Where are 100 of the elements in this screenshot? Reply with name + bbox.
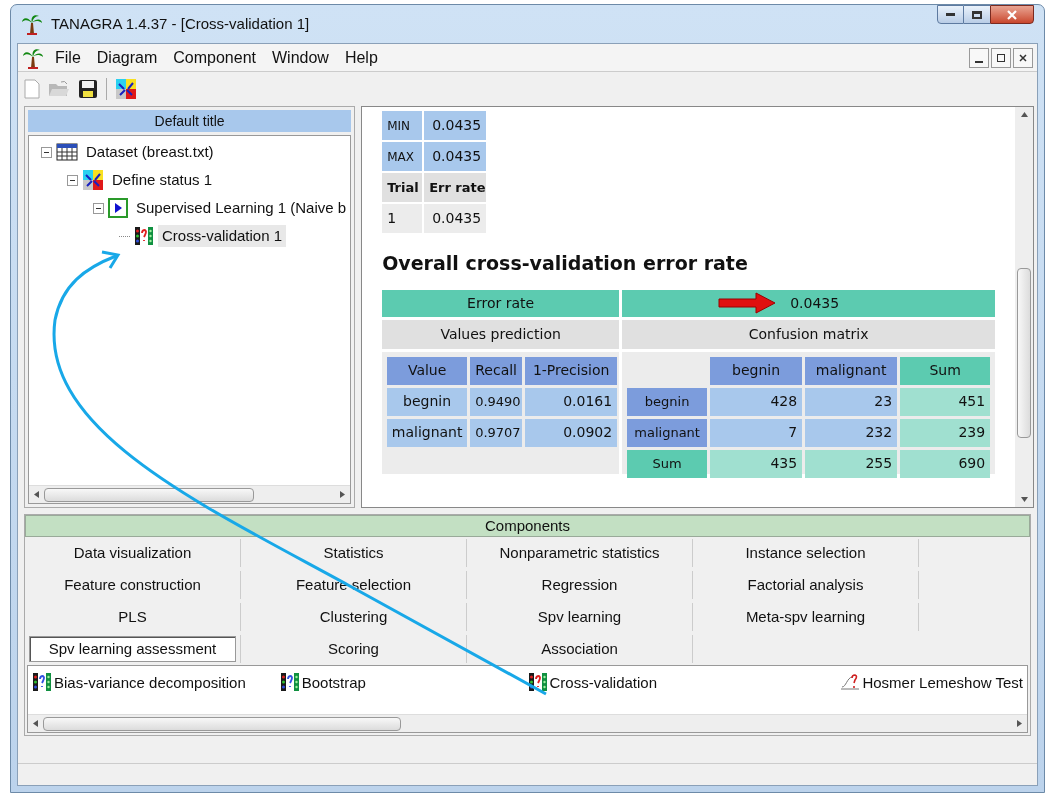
tree-item[interactable]: Cross-validation 1 bbox=[158, 224, 287, 248]
horizontal-scrollbar[interactable] bbox=[28, 714, 1027, 732]
components-header: Components bbox=[25, 515, 1030, 537]
component-tab[interactable]: PLS bbox=[118, 604, 147, 630]
palm-tree-icon bbox=[21, 13, 43, 35]
table-cell: 1 bbox=[382, 204, 423, 233]
component-tab[interactable]: Association bbox=[541, 636, 618, 662]
arrows-icon bbox=[115, 78, 137, 100]
window-title: TANAGRA 1.4.37 - [Cross-validation 1] bbox=[51, 13, 310, 34]
component-tab[interactable]: Clustering bbox=[319, 604, 388, 630]
minimize-button[interactable] bbox=[937, 5, 964, 24]
meter-icon bbox=[32, 672, 52, 692]
horizontal-scrollbar[interactable] bbox=[29, 485, 351, 503]
tool-entry[interactable]: Hosmer Lemeshow Test bbox=[775, 672, 1023, 714]
diagram-title: Default title bbox=[28, 110, 352, 132]
column-header: Value bbox=[387, 356, 468, 385]
meter-icon bbox=[134, 226, 154, 246]
table-cell: 0.9490 bbox=[470, 387, 523, 416]
tool-entry[interactable]: Cross-validation bbox=[527, 672, 776, 714]
play-icon bbox=[108, 198, 128, 218]
tool-entry[interactable]: Bootstrap bbox=[279, 672, 528, 714]
save-icon[interactable] bbox=[78, 79, 98, 99]
tree-item[interactable]: Supervised Learning 1 (Naive b bbox=[132, 196, 351, 220]
close-button[interactable] bbox=[1013, 47, 1033, 68]
meter-icon bbox=[527, 672, 548, 692]
component-tab[interactable]: Data visualization bbox=[73, 540, 192, 566]
minimize-button[interactable] bbox=[969, 47, 989, 68]
scroll-arrow-icon[interactable] bbox=[32, 720, 39, 727]
table-cell: 232 bbox=[805, 418, 898, 447]
tool-entry[interactable]: Bias-variance decomposition bbox=[32, 672, 280, 714]
component-tab[interactable]: Spv learning bbox=[537, 604, 622, 630]
menu-item[interactable]: Window bbox=[266, 45, 334, 70]
scroll-arrow-icon[interactable] bbox=[33, 491, 40, 498]
error-rate-label: Error rate bbox=[382, 289, 620, 317]
component-tab[interactable]: Regression bbox=[541, 572, 618, 598]
close-icon bbox=[1007, 9, 1017, 20]
component-tab[interactable]: Statistics bbox=[323, 540, 384, 566]
table-cell: 451 bbox=[900, 387, 991, 416]
column-header: malignant bbox=[805, 356, 898, 385]
close-icon bbox=[1019, 53, 1027, 62]
table-cell: 0.0161 bbox=[525, 387, 618, 416]
table-cell: 23 bbox=[805, 387, 898, 416]
table-cell: 0.0902 bbox=[525, 418, 618, 447]
tree-item[interactable]: Define status 1 bbox=[108, 168, 217, 192]
column-header: Sum bbox=[900, 356, 991, 385]
collapse-toggle[interactable] bbox=[67, 174, 78, 186]
table-cell: MIN bbox=[382, 111, 423, 140]
scroll-arrow-icon[interactable] bbox=[1016, 720, 1023, 727]
column-header: 1-Precision bbox=[525, 356, 618, 385]
component-tab[interactable]: Spv learning assessment bbox=[29, 636, 236, 662]
collapse-toggle[interactable] bbox=[41, 146, 52, 158]
menu-item[interactable]: File bbox=[50, 45, 86, 70]
palm-tree-icon bbox=[22, 46, 44, 69]
arrow-icon bbox=[718, 292, 777, 314]
column-header: Err rate bbox=[424, 173, 487, 202]
menu-item[interactable]: Diagram bbox=[91, 45, 163, 70]
tree-item[interactable]: Dataset (breast.txt) bbox=[82, 140, 218, 164]
table-cell: 0.0435 bbox=[424, 142, 487, 171]
table-cell: 690 bbox=[900, 449, 991, 478]
component-tab[interactable]: Meta-spv learning bbox=[745, 604, 866, 630]
row-header: begnin bbox=[627, 387, 708, 416]
scroll-arrow-icon[interactable] bbox=[1020, 496, 1028, 503]
table-icon bbox=[56, 142, 78, 162]
menu-item[interactable]: Component bbox=[168, 45, 261, 70]
row-header: Sum bbox=[627, 449, 708, 478]
table-cell: 428 bbox=[710, 387, 803, 416]
component-tab[interactable]: Feature selection bbox=[295, 572, 412, 598]
table-cell: 7 bbox=[710, 418, 803, 447]
scroll-arrow-icon[interactable] bbox=[1020, 111, 1028, 118]
section-header: Confusion matrix bbox=[622, 319, 996, 349]
column-header: Trial bbox=[382, 173, 423, 202]
table-cell: begnin bbox=[387, 387, 468, 416]
row-header: malignant bbox=[627, 418, 708, 447]
table-cell: 0.9707 bbox=[470, 418, 523, 447]
column-header: Recall bbox=[470, 356, 523, 385]
table-cell: MAX bbox=[382, 142, 423, 171]
component-tab[interactable]: Scoring bbox=[328, 636, 379, 662]
component-tab[interactable]: Instance selection bbox=[745, 540, 866, 566]
component-tab[interactable]: Nonparametric statistics bbox=[499, 540, 660, 566]
collapse-toggle[interactable] bbox=[93, 202, 104, 214]
section-header: Values prediction bbox=[382, 319, 620, 349]
section-heading: Overall cross-validation error rate bbox=[382, 251, 749, 276]
table-cell: 0.0435 bbox=[424, 111, 487, 140]
table-cell: 239 bbox=[900, 418, 991, 447]
table-cell: 255 bbox=[805, 449, 898, 478]
table-cell: 0.0435 bbox=[424, 204, 487, 233]
table-cell: malignant bbox=[387, 418, 468, 447]
meter-icon bbox=[279, 672, 300, 692]
curve-icon bbox=[840, 672, 861, 692]
error-rate-value: 0.0435 bbox=[622, 289, 996, 317]
maximize-button[interactable] bbox=[964, 5, 990, 24]
vertical-scrollbar[interactable] bbox=[1015, 107, 1034, 507]
close-button[interactable] bbox=[990, 5, 1034, 24]
menu-item[interactable]: Help bbox=[339, 45, 383, 70]
table-cell: 435 bbox=[710, 449, 803, 478]
component-tab[interactable]: Feature construction bbox=[64, 572, 201, 598]
restore-button[interactable] bbox=[991, 47, 1011, 68]
scroll-arrow-icon[interactable] bbox=[339, 491, 347, 498]
column-header: begnin bbox=[710, 356, 803, 385]
component-tab[interactable]: Factorial analysis bbox=[747, 572, 864, 598]
